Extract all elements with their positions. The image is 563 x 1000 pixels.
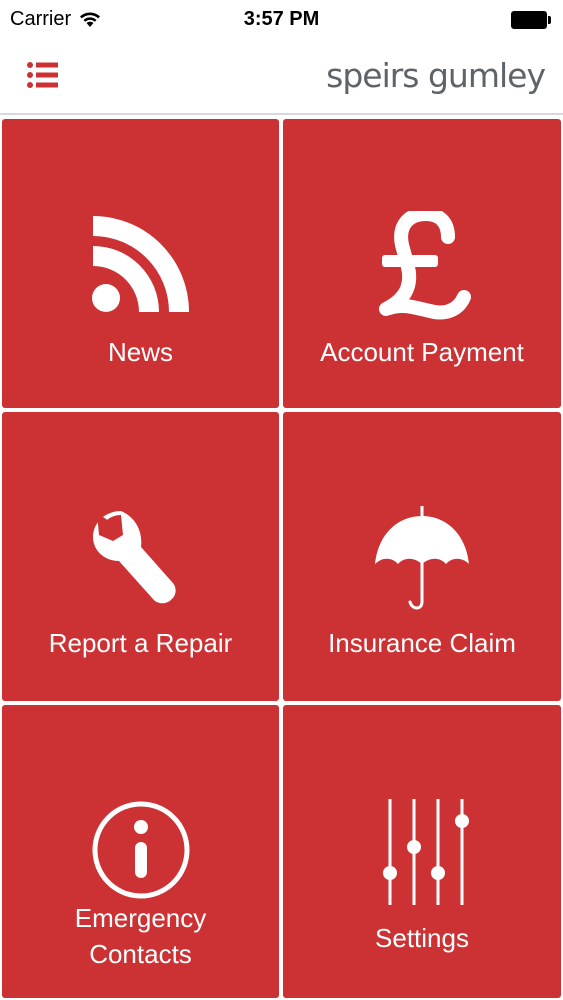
sliders-icon bbox=[383, 799, 469, 905]
tile-label: Settings bbox=[375, 923, 469, 953]
nav-bar: speirs gumley bbox=[0, 40, 563, 115]
account-payment-tile[interactable]: Account Payment bbox=[283, 119, 561, 408]
umbrella-icon bbox=[375, 506, 469, 610]
tile-label: Account Payment bbox=[320, 337, 524, 367]
insurance-claim-tile[interactable]: Insurance Claim bbox=[283, 412, 561, 701]
tile-label: News bbox=[107, 337, 173, 367]
info-icon bbox=[92, 801, 189, 899]
tile-label: Report a Repair bbox=[48, 628, 233, 658]
wrench-icon bbox=[92, 511, 176, 604]
menu-button[interactable] bbox=[24, 56, 64, 94]
status-time: 3:57 PM bbox=[243, 8, 320, 30]
emergency-contacts-tile[interactable]: Emergency Contacts bbox=[2, 705, 279, 998]
list-icon bbox=[27, 62, 58, 88]
report-repair-tile[interactable]: Report a Repair bbox=[2, 412, 279, 701]
tile-label: Insurance Claim bbox=[328, 628, 516, 658]
dashboard-grid: News Account Payment Report a Repair Ins… bbox=[0, 117, 563, 1000]
brand-logo: speirs gumley bbox=[326, 56, 546, 95]
tile-label: Emergency Contacts bbox=[2, 900, 279, 973]
tile-label-line1: Emergency bbox=[74, 903, 207, 933]
battery-icon bbox=[511, 11, 551, 29]
settings-tile[interactable]: Settings bbox=[283, 705, 561, 998]
pound-icon bbox=[379, 211, 471, 320]
tile-label-line2: Contacts bbox=[89, 939, 192, 970]
status-bar: Carrier 3:57 PM bbox=[0, 0, 563, 40]
news-tile[interactable]: News bbox=[2, 119, 279, 408]
rss-icon bbox=[91, 216, 189, 312]
